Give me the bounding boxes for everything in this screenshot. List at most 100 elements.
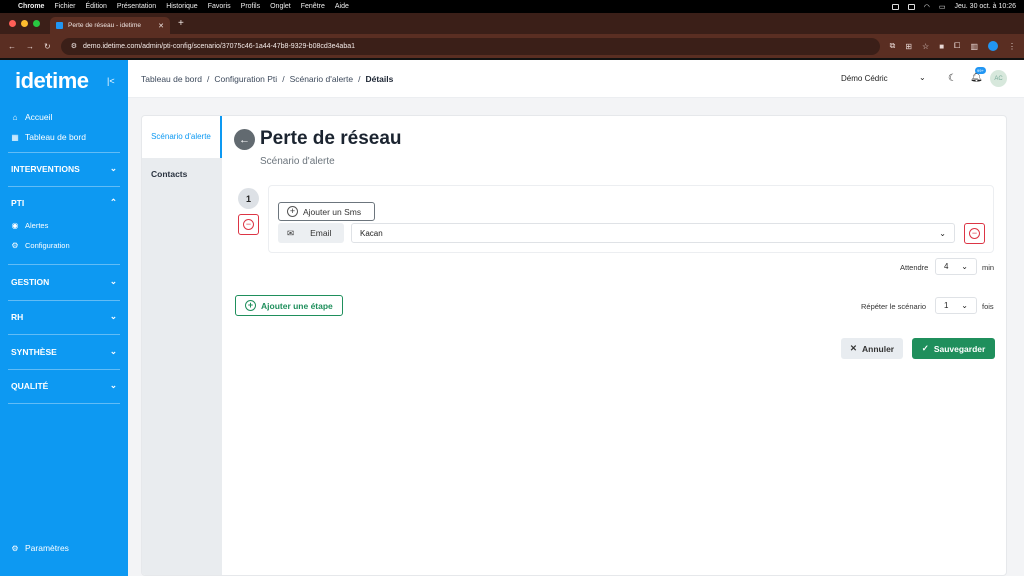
collapse-sidebar-icon[interactable]: |<: [107, 76, 115, 86]
clock[interactable]: Jeu. 30 oct. à 10:26: [955, 3, 1017, 10]
sidebar-section-rh[interactable]: RH ⌄: [11, 311, 117, 322]
menu-aide[interactable]: Aide: [335, 3, 349, 10]
back-icon[interactable]: ←: [8, 42, 16, 51]
logo[interactable]: idetime: [15, 68, 89, 94]
repeat-label: Répéter le scénario: [861, 302, 927, 311]
email-channel-chip: ✉ Email: [278, 223, 344, 243]
status-icon[interactable]: [891, 3, 899, 10]
breadcrumb-item[interactable]: Configuration Pti: [214, 74, 277, 84]
menu-fenetre[interactable]: Fenêtre: [301, 3, 325, 10]
menu-presentation[interactable]: Présentation: [117, 3, 156, 10]
divider: [8, 300, 120, 301]
battery-icon[interactable]: ▭: [939, 3, 946, 11]
chevron-up-icon: ⌃: [109, 197, 117, 207]
add-sms-button[interactable]: + Ajouter un Sms: [278, 202, 375, 221]
remove-step-button[interactable]: −: [238, 214, 259, 235]
sidebar-item-tableau-de-bord[interactable]: ▦ Tableau de bord: [11, 132, 86, 142]
menu-favoris[interactable]: Favoris: [208, 3, 231, 10]
chevron-down-icon: ⌄: [961, 301, 968, 310]
home-icon: ⌂: [12, 112, 18, 122]
button-label: Ajouter une étape: [261, 300, 333, 311]
more-menu-icon[interactable]: ⋮: [1008, 42, 1016, 51]
cast-icon[interactable]: ⧉: [890, 41, 896, 51]
button-label: Sauvegarder: [933, 343, 986, 354]
save-button[interactable]: ✓ Sauvegarder: [912, 338, 995, 359]
email-label: Email: [310, 228, 332, 238]
sidebar-item-configuration[interactable]: ⚙ Configuration: [11, 241, 69, 250]
reload-icon[interactable]: ↻: [44, 42, 51, 51]
repeat-unit: fois: [982, 302, 994, 311]
divider: [8, 403, 120, 404]
url-text: demo.idetime.com/admin/pti-config/scenar…: [82, 42, 355, 50]
breadcrumb: Tableau de bord / Configuration Pti / Scén…: [141, 74, 394, 84]
wifi-icon[interactable]: ◠: [924, 3, 930, 11]
bookmark-star-icon[interactable]: ☆: [922, 42, 929, 51]
sidebar-item-parametres[interactable]: ⚙ Paramètres: [11, 543, 69, 553]
page-subtitle: Scénario d'alerte: [260, 156, 335, 167]
menu-app[interactable]: Chrome: [18, 3, 44, 10]
divider: [8, 152, 120, 153]
section-label: RH: [11, 311, 24, 322]
breadcrumb-item[interactable]: Scénario d'alerte: [290, 74, 354, 84]
chevron-down-icon[interactable]: ⌄: [919, 73, 926, 82]
sidebar-section-pti[interactable]: PTI ⌃: [11, 197, 117, 208]
breadcrumb-item[interactable]: Tableau de bord: [141, 74, 202, 84]
sidebar-section-gestion[interactable]: GESTION ⌄: [11, 276, 117, 287]
sidebar-item-accueil[interactable]: ⌂ Accueil: [11, 112, 53, 122]
extension-icon[interactable]: ■: [939, 42, 944, 51]
remove-contact-button[interactable]: −: [964, 223, 985, 244]
menu-onglet[interactable]: Onglet: [270, 3, 291, 10]
add-step-button[interactable]: + Ajouter une étape: [235, 295, 343, 316]
menu-edition[interactable]: Édition: [85, 3, 106, 10]
sidebar-item-label: Tableau de bord: [25, 132, 86, 142]
user-menu[interactable]: Démo Cédric: [841, 74, 888, 83]
menu-profils[interactable]: Profils: [241, 3, 260, 10]
step-number: 1: [238, 188, 259, 209]
notification-badge: 99+: [975, 67, 986, 74]
tab-contacts[interactable]: Contacts: [151, 169, 187, 179]
menu-historique[interactable]: Historique: [166, 3, 198, 10]
attendre-select[interactable]: 4 ⌄: [935, 258, 977, 275]
envelope-icon: ✉: [287, 227, 295, 238]
favicon-icon: [56, 22, 63, 29]
sidebar-item-alertes[interactable]: ◉ Alertes: [11, 221, 49, 230]
check-icon: ✓: [921, 343, 929, 353]
forward-icon[interactable]: →: [26, 42, 34, 51]
tab-title: Perte de réseau - idetime: [68, 22, 141, 29]
sidebar-section-qualite[interactable]: QUALITÉ ⌄: [11, 380, 117, 391]
status-icon[interactable]: [907, 3, 915, 10]
address-bar[interactable]: ⚙ demo.idetime.com/admin/pti-config/scen…: [60, 37, 880, 55]
plus-circle-icon: +: [287, 206, 298, 217]
tab-scenario-alerte[interactable]: Scénario d'alerte: [142, 116, 222, 158]
repeat-select[interactable]: 1 ⌄: [935, 297, 977, 314]
sidebar-item-label: Alertes: [25, 221, 49, 230]
minus-circle-icon: −: [243, 219, 254, 230]
new-tab-button[interactable]: +: [178, 18, 184, 29]
os-menubar: Chrome Fichier Édition Présentation Hist…: [0, 0, 1024, 13]
cancel-button[interactable]: ✕ Annuler: [841, 338, 903, 359]
section-label: INTERVENTIONS: [11, 163, 80, 174]
back-button[interactable]: ←: [234, 129, 255, 150]
contact-select[interactable]: Kacan ⌄: [351, 223, 955, 243]
site-info-icon[interactable]: ⚙: [71, 42, 77, 50]
plus-circle-icon: +: [245, 300, 256, 311]
minimize-window-button[interactable]: [21, 20, 28, 27]
sidebar-section-interventions[interactable]: INTERVENTIONS ⌄: [11, 163, 117, 174]
puzzle-icon[interactable]: ⧠: [954, 41, 960, 51]
attendre-label: Attendre: [900, 263, 929, 272]
close-tab-icon[interactable]: ✕: [158, 22, 164, 30]
avatar[interactable]: AC: [990, 70, 1007, 87]
divider: [8, 186, 120, 187]
dark-mode-icon[interactable]: ☾: [948, 73, 957, 84]
close-window-button[interactable]: [9, 20, 16, 27]
page-title: Perte de réseau: [260, 128, 402, 149]
browser-tab[interactable]: Perte de réseau - idetime ✕: [50, 17, 170, 34]
profile-icon[interactable]: [988, 41, 998, 51]
maximize-window-button[interactable]: [33, 20, 40, 27]
select-value: Kacan: [360, 228, 383, 238]
translate-icon[interactable]: ⊞: [905, 42, 912, 51]
sidepanel-icon[interactable]: ▥: [970, 42, 978, 51]
menu-fichier[interactable]: Fichier: [54, 3, 75, 10]
sidebar-section-synthese[interactable]: SYNTHÈSE ⌄: [11, 346, 117, 357]
sidebar-item-label: Paramètres: [25, 543, 69, 553]
